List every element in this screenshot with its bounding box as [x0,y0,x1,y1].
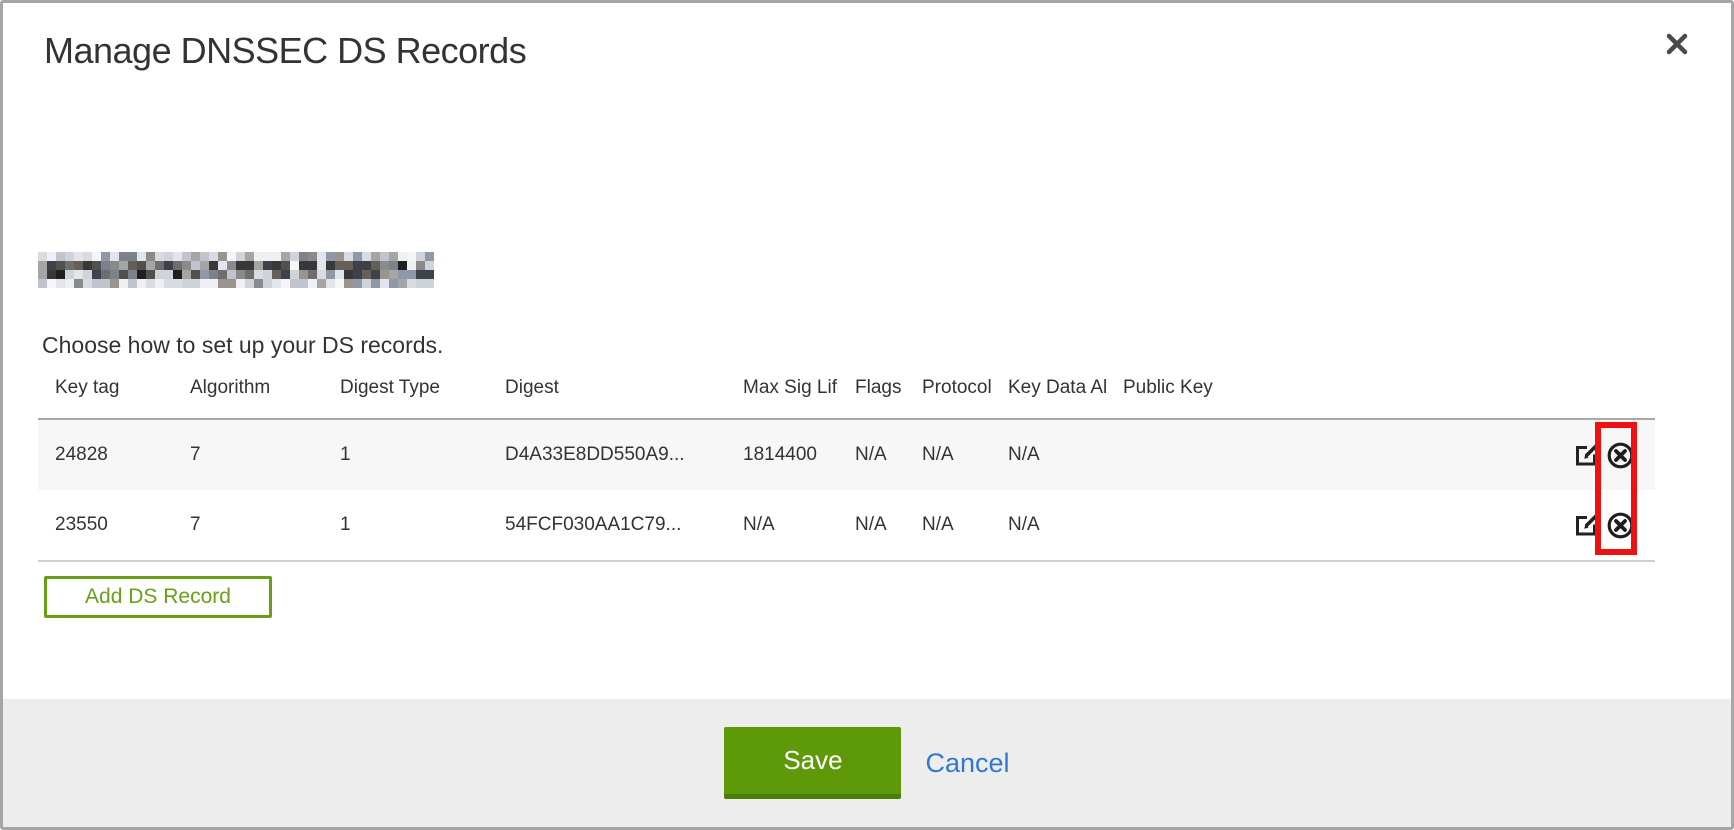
add-ds-record-button[interactable]: Add DS Record [44,576,272,618]
dnssec-modal: Manage DNSSEC DS Records Choose how to s… [0,0,1734,830]
column-header-protocol: Protocol [905,377,991,399]
instruction-text: Choose how to set up your DS records. [42,332,443,359]
close-x-glyph [1662,29,1692,59]
cell-protocol: N/A [905,444,991,466]
edit-icon [1573,512,1600,539]
cell-digest-type: 1 [323,514,488,536]
cell-digest: 54FCF030AA1C79... [488,514,726,536]
cell-digest: D4A33E8DD550A9... [488,444,726,466]
cell-flags: N/A [838,444,905,466]
cell-key-data-alg: N/A [991,514,1106,536]
cancel-link[interactable]: Cancel [925,748,1009,779]
cell-actions [1565,441,1655,470]
column-header-key-tag: Key tag [38,377,173,399]
cell-key-tag: 23550 [38,514,173,536]
edit-record-button[interactable] [1573,442,1600,469]
column-header-public-key: Public Key [1106,377,1565,399]
column-header-key-data-alg: Key Data Alg [991,377,1106,399]
ds-records-table: Key tag Algorithm Digest Type Digest Max… [38,358,1655,562]
delete-record-button[interactable] [1606,441,1635,470]
cell-digest-type: 1 [323,444,488,466]
save-button[interactable]: Save [724,727,901,799]
modal-title: Manage DNSSEC DS Records [44,30,526,72]
modal-footer: Save Cancel [3,699,1731,827]
cell-max-sig-life: 1814400 [726,444,838,466]
cell-key-data-alg: N/A [991,444,1106,466]
delete-circle-x-icon [1606,511,1635,540]
cell-flags: N/A [838,514,905,536]
table-row: 23550 7 1 54FCF030AA1C79... N/A N/A N/A … [38,490,1655,562]
cell-protocol: N/A [905,514,991,536]
column-header-algorithm: Algorithm [173,377,323,399]
cell-algorithm: 7 [173,444,323,466]
cell-actions [1565,511,1655,540]
cell-key-tag: 24828 [38,444,173,466]
cell-max-sig-life: N/A [726,514,838,536]
edit-icon [1573,442,1600,469]
close-icon[interactable] [1658,26,1696,64]
table-header: Key tag Algorithm Digest Type Digest Max… [38,358,1655,420]
column-header-digest-type: Digest Type [323,377,488,399]
column-header-flags: Flags [838,377,905,399]
column-header-max-sig-life: Max Sig Life [726,377,838,399]
table-row: 24828 7 1 D4A33E8DD550A9... 1814400 N/A … [38,420,1655,490]
delete-record-button[interactable] [1606,511,1635,540]
edit-record-button[interactable] [1573,512,1600,539]
redacted-domain [38,252,434,288]
cell-algorithm: 7 [173,514,323,536]
column-header-digest: Digest [488,377,726,399]
delete-circle-x-icon [1606,441,1635,470]
